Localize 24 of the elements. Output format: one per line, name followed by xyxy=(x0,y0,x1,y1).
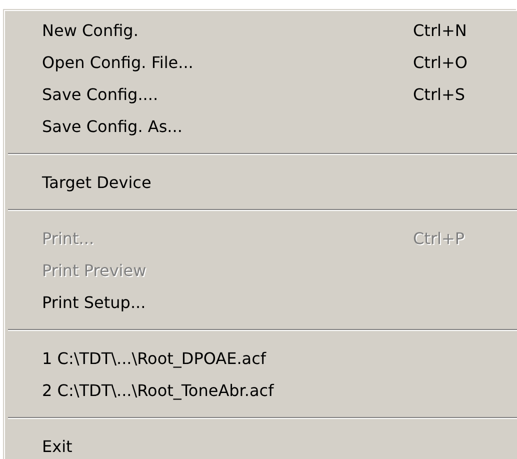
menu-item[interactable]: Save Config. As... xyxy=(5,110,517,142)
menu-item-label: Exit xyxy=(42,436,74,456)
menu-item-label: Open Config. File... xyxy=(42,52,194,72)
shortcut-label: Ctrl+O xyxy=(413,52,468,72)
menu-item[interactable]: 2 C:\TDT\...\Root_ToneAbr.acf xyxy=(5,374,517,406)
menu-item[interactable]: Open Config. File... Ctrl+O xyxy=(5,46,517,78)
menu-item-label: Save Config.... xyxy=(42,84,160,104)
menu-item[interactable]: Exit xyxy=(5,430,517,459)
menu-item[interactable]: New Config. Ctrl+N xyxy=(5,14,517,46)
menu-item[interactable]: Save Config.... Ctrl+S xyxy=(5,78,517,110)
menu-item[interactable]: 1 C:\TDT\...\Root_DPOAE.acf xyxy=(5,342,517,374)
menu-item-label: Save Config. As... xyxy=(42,116,184,136)
menu-item-label: Print... xyxy=(42,228,96,248)
menu-item-label: New Config. xyxy=(42,20,140,40)
shortcut-label: Ctrl+P xyxy=(413,228,466,248)
shortcut-label: Ctrl+N xyxy=(413,20,468,40)
menu-item-label: Print Preview xyxy=(42,260,148,280)
menu-item-label: Print Setup... xyxy=(42,292,147,312)
menu-item[interactable]: Print Setup... xyxy=(5,286,517,318)
menu-item-label: Target Device xyxy=(42,172,152,192)
menu-item-label: 1 C:\TDT\...\Root_DPOAE.acf xyxy=(42,348,268,368)
shortcut-label: Ctrl+S xyxy=(413,84,466,104)
menu-item-label: 2 C:\TDT\...\Root_ToneAbr.acf xyxy=(42,380,275,400)
menu-item[interactable]: Target Device xyxy=(5,166,517,198)
